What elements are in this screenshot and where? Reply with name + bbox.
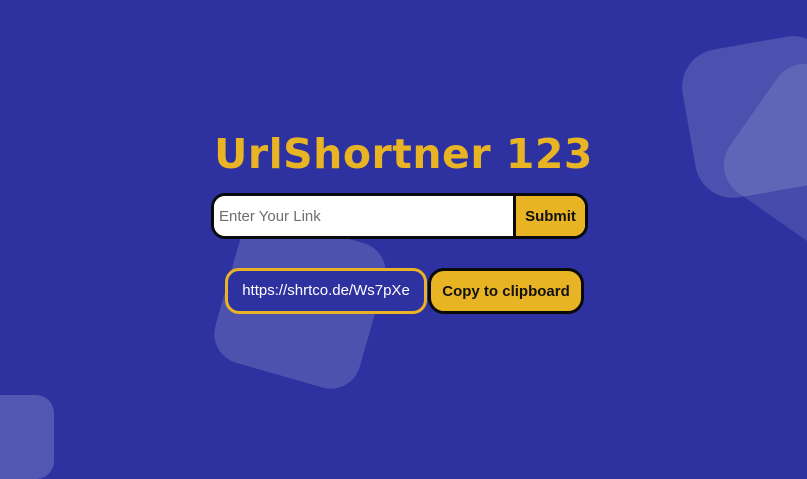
url-form: Submit — [211, 193, 588, 239]
decorative-square — [0, 395, 54, 479]
copy-to-clipboard-button[interactable]: Copy to clipboard — [428, 268, 584, 314]
submit-button[interactable]: Submit — [513, 196, 585, 236]
url-input[interactable] — [214, 196, 513, 236]
app-title: UrlShortner 123 — [214, 130, 593, 178]
shortened-url-display[interactable]: https://shrtco.de/Ws7pXe — [225, 268, 427, 314]
